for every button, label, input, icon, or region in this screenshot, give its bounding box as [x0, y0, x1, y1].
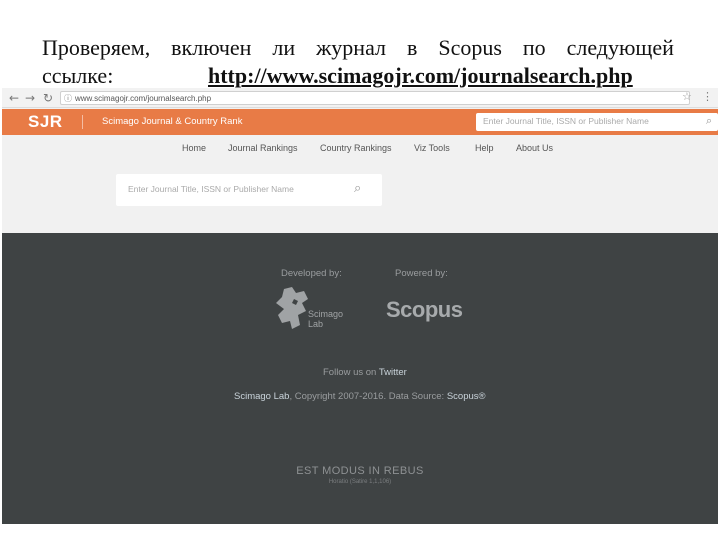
title-word: по	[522, 35, 546, 60]
search-icon[interactable]: ⌕	[706, 114, 712, 128]
title-line-2: ссылке: http://www.scimagojr.com/journal…	[42, 62, 674, 90]
title-word: журнал	[316, 35, 387, 60]
title-word: Проверяем,	[42, 35, 151, 60]
address-bar[interactable]: ⓘ www.scimagojr.com/journalsearch.php	[60, 91, 690, 105]
scopus-source-link[interactable]: Scopus®	[447, 391, 486, 402]
powered-by-label: Powered by:	[395, 268, 448, 279]
nav-item-country-rankings[interactable]: Country Rankings	[320, 143, 392, 153]
forward-icon[interactable]: →	[22, 90, 38, 106]
main-search-placeholder: Enter Journal Title, ISSN or Publisher N…	[128, 184, 294, 194]
bookmark-star-icon[interactable]: ☆	[682, 90, 692, 103]
slide-title: Проверяем, включен ли журнал в Scopus по…	[42, 34, 674, 90]
title-word: включен	[171, 35, 252, 60]
title-word: в	[406, 35, 418, 60]
browser-toolbar: ← → ↻ ⓘ www.scimagojr.com/journalsearch.…	[2, 88, 718, 108]
title-word: следующей	[566, 35, 674, 60]
follow-prefix: Follow us on	[323, 367, 377, 378]
motto: EST MODUS IN REBUS	[296, 465, 424, 477]
sjr-logo[interactable]: SJR	[28, 112, 63, 132]
title-word: ли	[272, 35, 296, 60]
header-search-input[interactable]: Enter Journal Title, ISSN or Publisher N…	[476, 113, 718, 131]
title-line-1: Проверяем, включен ли журнал в Scopus по…	[42, 34, 674, 62]
journal-search-link[interactable]: http://www.scimagojr.com/journalsearch.p…	[208, 62, 633, 90]
site-header: SJR Scimago Journal & Country Rank Enter…	[2, 109, 718, 135]
scimago-lab-logo[interactable]: Scimago Lab	[274, 285, 354, 331]
nav-item-about-us[interactable]: About Us	[516, 143, 553, 153]
twitter-link[interactable]: Twitter	[379, 367, 407, 378]
reload-icon[interactable]: ↻	[40, 90, 56, 106]
nav-item-journal-rankings[interactable]: Journal Rankings	[228, 143, 298, 153]
motto-attribution: Horatio (Satire 1,1,106)	[328, 479, 392, 485]
scimago-lab-link[interactable]: Scimago Lab	[234, 391, 289, 402]
developed-by-label: Developed by:	[281, 268, 342, 279]
address-url: www.scimagojr.com/journalsearch.php	[75, 94, 212, 103]
website-screenshot: ← → ↻ ⓘ www.scimagojr.com/journalsearch.…	[2, 88, 718, 524]
header-search-placeholder: Enter Journal Title, ISSN or Publisher N…	[483, 116, 649, 126]
copyright-text: , Copyright 2007-2016. Data Source:	[289, 391, 445, 402]
site-subtitle[interactable]: Scimago Journal & Country Rank	[102, 116, 242, 127]
main-nav: Home Journal Rankings Country Rankings V…	[2, 135, 718, 163]
scimago-name: Scimago Lab	[308, 309, 343, 329]
main-search-input[interactable]: Enter Journal Title, ISSN or Publisher N…	[116, 174, 382, 206]
nav-item-home[interactable]: Home	[182, 143, 206, 153]
browser-menu-icon[interactable]: ⋮	[702, 90, 713, 103]
follow-us: Follow us on Twitter	[323, 367, 407, 378]
search-icon[interactable]: ⌕	[354, 181, 361, 196]
title-word: Scopus	[438, 35, 502, 60]
back-icon[interactable]: ←	[6, 90, 22, 106]
header-divider	[82, 115, 83, 129]
scimago-line-1: Scimago	[308, 309, 344, 319]
site-footer: Developed by: Powered by: Scimago Lab Sc…	[2, 233, 718, 524]
copyright-line: Scimago Lab, Copyright 2007-2016. Data S…	[234, 391, 486, 402]
link-label: ссылке:	[42, 63, 114, 88]
scopus-logo[interactable]: Scopus	[386, 297, 463, 323]
nav-item-viz-tools[interactable]: Viz Tools	[414, 143, 450, 153]
nav-item-help[interactable]: Help	[475, 143, 494, 153]
info-icon[interactable]: ⓘ	[64, 93, 72, 104]
scimago-line-2: Lab	[308, 319, 324, 329]
